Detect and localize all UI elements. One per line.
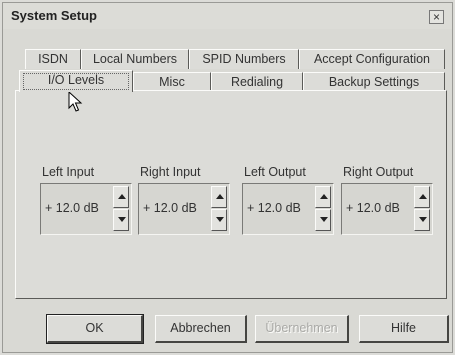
help-button[interactable]: Hilfe xyxy=(359,315,449,343)
left-output-down-button[interactable] xyxy=(315,209,331,231)
right-output-label: Right Output xyxy=(343,165,414,179)
left-output-spinner[interactable]: + 12.0 dB xyxy=(242,183,334,235)
left-input-value: + 12.0 dB xyxy=(45,201,99,215)
left-output-label: Left Output xyxy=(244,165,306,179)
mouse-pointer-icon xyxy=(68,91,83,112)
left-input-up-button[interactable] xyxy=(113,186,129,208)
tab-io-levels[interactable]: I/O Levels xyxy=(19,70,133,92)
tab-redialing[interactable]: Redialing xyxy=(211,72,303,92)
left-input-spinner[interactable]: + 12.0 dB xyxy=(40,183,132,235)
tab-isdn[interactable]: ISDN xyxy=(25,49,81,69)
title-bar: System Setup × xyxy=(3,3,452,29)
arrow-down-icon xyxy=(216,217,224,222)
right-output-spinner[interactable]: + 12.0 dB xyxy=(341,183,433,235)
arrow-down-icon xyxy=(118,217,126,222)
left-input-label: Left Input xyxy=(42,165,95,179)
system-setup-dialog: System Setup × ISDN Local Numbers SPID N… xyxy=(2,2,453,353)
arrow-up-icon xyxy=(118,194,126,199)
right-input-spinner[interactable]: + 12.0 dB xyxy=(138,183,230,235)
tab-spid-numbers[interactable]: SPID Numbers xyxy=(189,49,299,69)
window-title: System Setup xyxy=(11,8,97,23)
right-input-up-button[interactable] xyxy=(211,186,227,208)
right-input-label: Right Input xyxy=(140,165,201,179)
tab-misc[interactable]: Misc xyxy=(133,72,211,92)
right-output-value: + 12.0 dB xyxy=(346,201,400,215)
arrow-down-icon xyxy=(419,217,427,222)
tab-backup-settings[interactable]: Backup Settings xyxy=(303,72,445,92)
tab-accept-configuration[interactable]: Accept Configuration xyxy=(299,49,445,69)
right-output-down-button[interactable] xyxy=(414,209,430,231)
right-input-down-button[interactable] xyxy=(211,209,227,231)
tab-local-numbers[interactable]: Local Numbers xyxy=(81,49,189,69)
close-icon[interactable]: × xyxy=(429,10,444,24)
apply-button[interactable]: Übernehmen xyxy=(255,315,349,343)
arrow-up-icon xyxy=(216,194,224,199)
io-levels-panel: Left Input + 12.0 dB Right Input + 12.0 … xyxy=(15,90,447,299)
left-output-up-button[interactable] xyxy=(315,186,331,208)
right-input-value: + 12.0 dB xyxy=(143,201,197,215)
cancel-button[interactable]: Abbrechen xyxy=(155,315,247,343)
arrow-up-icon xyxy=(419,194,427,199)
left-output-value: + 12.0 dB xyxy=(247,201,301,215)
arrow-up-icon xyxy=(320,194,328,199)
right-output-up-button[interactable] xyxy=(414,186,430,208)
tab-focus-rect xyxy=(23,73,129,90)
left-input-down-button[interactable] xyxy=(113,209,129,231)
arrow-down-icon xyxy=(320,217,328,222)
ok-button[interactable]: OK xyxy=(46,314,144,344)
